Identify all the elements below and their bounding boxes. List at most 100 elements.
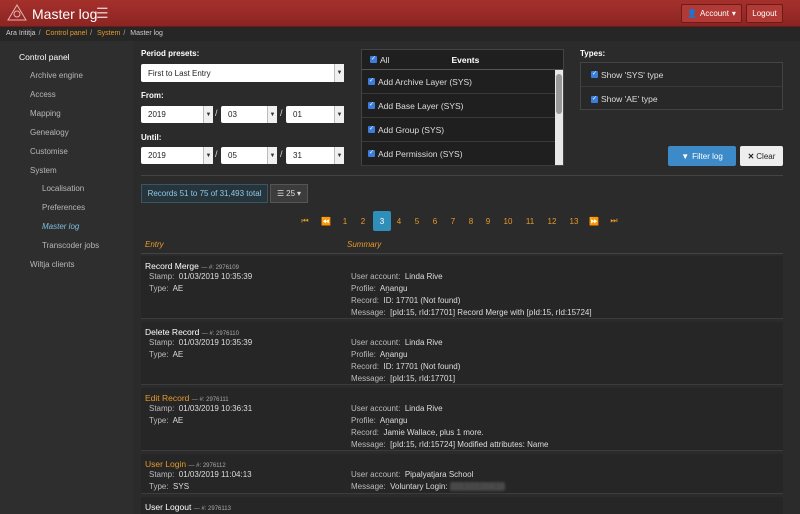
entry-type: Type: AE [149,416,183,425]
divider [141,253,783,254]
page-4[interactable]: 4 [392,211,406,231]
page-6[interactable]: 6 [428,211,442,231]
prev-page-button[interactable]: ⏪ [319,211,333,231]
sidebar-item-access[interactable]: Access [30,90,56,99]
date-separator: / [215,149,218,159]
page-7[interactable]: 7 [446,211,460,231]
entry-stamp: Stamp: 01/03/2019 10:36:31 [149,404,252,413]
entry-name: Delete Record [145,327,200,337]
events-list: ✓ All Events ✓ Add Archive Layer (SYS) ✓ A… [361,49,564,166]
page-5[interactable]: 5 [410,211,424,231]
event-item[interactable]: ✓ Add Archive Layer (SYS) [362,70,555,94]
from-month-select[interactable]: 03 ▼ [221,106,277,123]
until-day-select[interactable]: 31 ▼ [286,147,344,164]
checkbox[interactable]: ✓ [368,126,375,133]
records-summary: Records 51 to 75 of 31,493 total [141,184,268,203]
from-year-select[interactable]: 2019 ▼ [141,106,213,123]
page-11[interactable]: 11 [521,211,539,231]
entry-account: User account: Linda Rive [351,404,443,413]
sidebar-item-wiltja-clients[interactable]: Wiltja clients [30,260,74,269]
page-8[interactable]: 8 [464,211,478,231]
until-year-select[interactable]: 2019 ▼ [141,147,213,164]
all-events-checkbox[interactable]: ✓ [370,56,377,63]
scrollbar-thumb[interactable] [556,74,562,114]
events-header: ✓ All Events [362,50,563,70]
page-size-dropdown[interactable]: ☰ 25 ▾ [270,184,308,203]
entry-message: Message: [pId:15, rId:17701] Record Merg… [351,308,592,317]
hamburger-menu-icon[interactable]: ☰ [96,5,109,22]
profile-label: Profile: [351,416,376,425]
sidebar-item-mapping[interactable]: Mapping [30,109,61,118]
page-10[interactable]: 10 [499,211,517,231]
sidebar-item-master-log[interactable]: Master log [42,222,79,231]
page-3-current[interactable]: 3 [373,211,391,231]
clear-label: Clear [756,151,776,161]
entry-name: User Logout [145,502,192,512]
entry-name: Edit Record [145,393,190,403]
message-value: [pId:15, rId:15724] Modified attributes:… [390,440,549,449]
sidebar-item-preferences[interactable]: Preferences [42,203,85,212]
sidebar-item-genealogy[interactable]: Genealogy [30,128,69,137]
page-1[interactable]: 1 [338,211,352,231]
caret-down-icon: ▾ [731,9,736,18]
breadcrumb-system[interactable]: System [97,30,120,37]
entry-profile: Profile: Aṉangu [351,416,408,425]
checkbox[interactable]: ✓ [368,102,375,109]
event-item[interactable]: ✓ Add Permission (SYS) [362,142,555,166]
entry-title[interactable]: Edit Record — #: 2976111 [145,393,229,403]
record-label: Record: [351,296,380,305]
caret-down-icon: ▼ [203,147,213,164]
profile-value: Aṉangu [379,284,408,293]
profile-value: Aṉangu [379,416,408,425]
sidebar-item-system[interactable]: System [30,166,57,175]
profile-label: Profile: [351,350,376,359]
last-page-button[interactable]: ⏭ [607,211,621,231]
event-item[interactable]: ✓ Add Base Layer (SYS) [362,94,555,118]
all-events-label: All [380,54,390,65]
type-value: AE [172,350,184,359]
period-presets-select[interactable]: First to Last Entry ▼ [141,64,344,82]
entry-id: — #: 2976110 [201,331,239,337]
first-page-button[interactable]: ⏮ [298,211,312,231]
checkbox[interactable]: ✓ [368,150,375,157]
stamp-label: Stamp: [149,272,175,281]
sidebar-item-customise[interactable]: Customise [30,147,68,156]
page-13[interactable]: 13 [565,211,583,231]
sidebar-item-transcoder-jobs[interactable]: Transcoder jobs [42,241,99,250]
types-label: Types: [580,49,606,58]
page-9[interactable]: 9 [481,211,495,231]
log-entry: User Login — #: 2976112 Stamp: 01/03/201… [141,454,783,494]
entry-title[interactable]: User Logout — #: 2976113 [145,502,231,512]
events-scrollbar[interactable] [555,70,563,165]
entry-title[interactable]: Record Merge — #: 2976109 [145,261,239,271]
type-ae-option[interactable]: ✓ Show 'AE' type [581,87,782,111]
entry-name: User Login [145,459,187,469]
message-value: [pId:15, rId:17701] Record Merge with [p… [390,308,592,317]
event-item[interactable]: ✓ Add Group (SYS) [362,118,555,142]
page-12[interactable]: 12 [543,211,561,231]
filter-log-button[interactable]: ▼ Filter log [668,146,736,166]
next-page-button[interactable]: ⏩ [587,211,601,231]
checkbox[interactable]: ✓ [368,78,375,85]
page-2[interactable]: 2 [356,211,370,231]
breadcrumb-control-panel[interactable]: Control panel [45,30,87,37]
log-entry: User Logout — #: 2976113 [141,497,783,514]
account-dropdown-button[interactable]: 👤 Account ▾ [681,4,742,23]
type-sys-option[interactable]: ✓ Show 'SYS' type [581,63,782,87]
until-month-select[interactable]: 05 ▼ [221,147,277,164]
sidebar-item-archive-engine[interactable]: Archive engine [30,71,83,80]
entry-type: Type: AE [149,350,183,359]
until-label: Until: [141,133,162,142]
logout-button[interactable]: Logout [746,4,783,23]
entry-title[interactable]: User Login — #: 2976112 [145,459,226,469]
checkbox[interactable]: ✓ [591,95,598,103]
checkbox[interactable]: ✓ [591,71,598,78]
filter-icon: ▼ [681,151,690,161]
sidebar-item-localisation[interactable]: Localisation [42,184,84,193]
entry-title[interactable]: Delete Record — #: 2976110 [145,327,239,337]
breadcrumb-root: Ara Irititja [6,30,36,37]
clear-button[interactable]: ✕ Clear [740,146,783,166]
from-day-select[interactable]: 01 ▼ [286,106,344,123]
type-value: SYS [173,482,190,491]
sidebar-heading[interactable]: Control panel [19,52,70,62]
